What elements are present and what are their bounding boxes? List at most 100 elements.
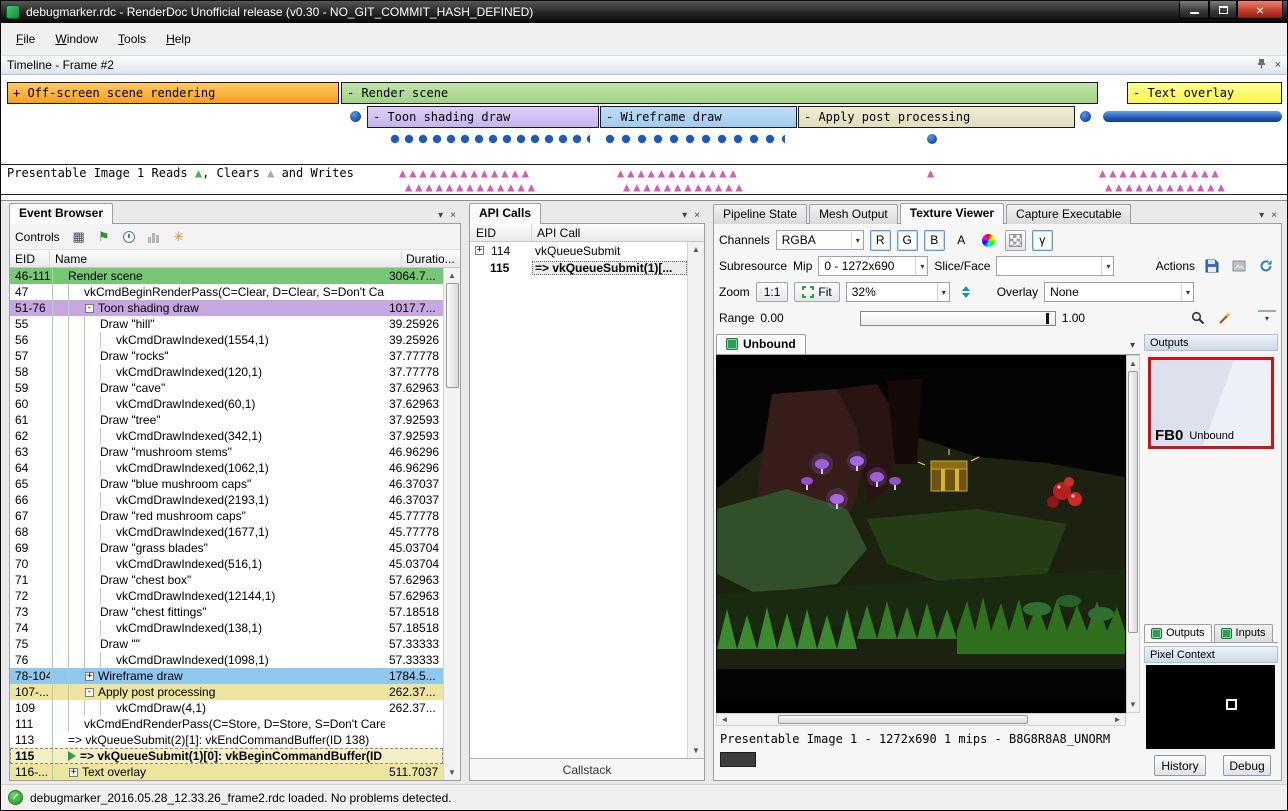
event-row[interactable]: 58vkCmdDrawIndexed(120,1)37.77778 — [10, 364, 443, 380]
event-row[interactable]: 107-...-Apply post processing262.37... — [10, 684, 443, 700]
texture-vertical-scrollbar[interactable]: ▲ ▼ — [1126, 355, 1140, 713]
event-row[interactable]: 116-...+Text overlay511.7037 — [10, 764, 443, 780]
event-row[interactable]: 64vkCmdDrawIndexed(1062,1)46.96296 — [10, 460, 443, 476]
scroll-right-arrow[interactable]: ► — [1110, 712, 1125, 727]
range-slider-thumb[interactable] — [1046, 313, 1049, 324]
save-texture-button[interactable] — [1201, 256, 1222, 277]
tab-mesh-output[interactable]: Mesh Output — [809, 204, 898, 224]
tree-expander[interactable]: - — [85, 304, 94, 313]
menu-window[interactable]: Window — [45, 27, 108, 51]
texture-display[interactable] — [716, 355, 1126, 713]
scroll-up-arrow[interactable]: ▲ — [445, 268, 460, 283]
timeline-bar-postprocess[interactable]: - Apply post processing — [798, 106, 1075, 128]
timeline-bar-wireframe[interactable]: - Wireframe draw — [600, 106, 797, 128]
scroll-down-arrow[interactable]: ▼ — [689, 743, 704, 758]
flip-y-button[interactable] — [956, 282, 977, 303]
tab-capture-executable[interactable]: Capture Executable — [1006, 204, 1131, 224]
zoom-dropdown[interactable]: 32% ▾ — [846, 282, 950, 302]
event-row[interactable]: 46-111Render scene3064.7... — [10, 268, 443, 284]
timeline-bar-offscreen[interactable]: + Off-screen scene rendering — [7, 82, 339, 104]
tab-event-browser[interactable]: Event Browser — [9, 203, 113, 224]
event-browser-scrollbar[interactable]: ▲ ▼ — [443, 268, 460, 780]
color-wheel-button[interactable] — [978, 230, 999, 251]
api-calls-scrollbar[interactable]: ▲ ▼ — [687, 242, 704, 758]
blue-channel-button[interactable]: B — [924, 230, 945, 251]
event-row[interactable]: 56vkCmdDrawIndexed(1554,1)39.25926 — [10, 332, 443, 348]
event-row[interactable]: 111vkCmdEndRenderPass(C=Store, D=Store, … — [10, 716, 443, 732]
debug-button[interactable]: Debug — [1223, 755, 1271, 776]
scroll-up-arrow[interactable]: ▲ — [689, 242, 704, 257]
pin-icon[interactable] — [1256, 58, 1267, 72]
column-duration[interactable]: Duratio... — [402, 250, 460, 267]
range-slider[interactable] — [860, 311, 1056, 326]
tree-expander[interactable]: + — [69, 768, 78, 777]
draw-marker-dot[interactable] — [927, 134, 937, 144]
event-row[interactable]: 76vkCmdDrawIndexed(1098,1)57.33333 — [10, 652, 443, 668]
menu-tools[interactable]: Tools — [108, 27, 156, 51]
minimize-button[interactable] — [1179, 1, 1209, 19]
pixel-context-view[interactable] — [1146, 665, 1275, 749]
event-row[interactable]: 61Draw "tree"37.92593 — [10, 412, 443, 428]
event-row[interactable]: 78-104+Wireframe draw1784.5... — [10, 668, 443, 684]
event-row[interactable]: 68vkCmdDrawIndexed(1677,1)45.77778 — [10, 524, 443, 540]
panel-menu-icon[interactable]: ▾ — [1259, 210, 1264, 221]
event-row[interactable]: 51-76-Toon shading draw1017.7... — [10, 300, 443, 316]
column-api-call[interactable]: API Call — [532, 224, 704, 241]
column-name[interactable]: Name — [50, 250, 402, 267]
scroll-down-arrow[interactable]: ▼ — [445, 765, 460, 780]
close-button[interactable]: × — [1237, 1, 1283, 19]
timeline-bar-toon-shading[interactable]: - Toon shading draw — [367, 106, 599, 128]
refresh-button[interactable] — [1255, 256, 1276, 277]
wireframe-draw-dots[interactable] — [605, 134, 785, 144]
tree-expander[interactable]: + — [475, 246, 484, 255]
event-row[interactable]: 60vkCmdDrawIndexed(60,1)37.62963 — [10, 396, 443, 412]
tab-inputs[interactable]: Inputs — [1214, 624, 1273, 642]
zoom-range-button[interactable] — [1187, 308, 1208, 329]
draw-marker-dot[interactable] — [1080, 111, 1091, 122]
scrollbar-thumb[interactable] — [778, 715, 1028, 724]
text-overlay-draws-bar[interactable] — [1103, 111, 1282, 122]
panel-close-icon[interactable]: × — [450, 210, 456, 221]
slice-face-dropdown[interactable]: ▾ — [996, 256, 1114, 276]
event-row[interactable]: 69Draw "grass blades"45.03704 — [10, 540, 443, 556]
event-row[interactable]: 70vkCmdDrawIndexed(516,1)45.03704 — [10, 556, 443, 572]
channels-dropdown[interactable]: RGBA ▾ — [776, 230, 864, 250]
panel-menu-icon[interactable]: ▾ — [682, 210, 687, 221]
timeline-close-icon[interactable]: × — [1275, 60, 1281, 71]
timeline-bar-render-scene[interactable]: - Render scene — [341, 82, 1098, 104]
column-eid[interactable]: EID — [470, 224, 532, 241]
event-row[interactable]: 75Draw ""57.33333 — [10, 636, 443, 652]
toon-draw-dots[interactable] — [390, 134, 590, 144]
tree-expander[interactable]: + — [85, 672, 94, 681]
zoom-1to1-button[interactable]: 1:1 — [756, 282, 789, 302]
event-row[interactable]: 72vkCmdDrawIndexed(12144,1)57.62963 — [10, 588, 443, 604]
menu-file[interactable]: File — [6, 27, 45, 51]
event-row[interactable]: 113=> vkQueueSubmit(2)[1]: vkEndCommandB… — [10, 732, 443, 748]
gamma-button[interactable]: γ — [1032, 230, 1053, 251]
history-button[interactable]: History — [1154, 755, 1206, 776]
autofit-range-button[interactable] — [1214, 308, 1235, 329]
tab-pipeline-state[interactable]: Pipeline State — [713, 204, 807, 224]
overflow-menu-icon[interactable]: ▾ — [1258, 310, 1276, 326]
scroll-down-arrow[interactable]: ▼ — [1126, 697, 1141, 712]
event-row[interactable]: 67Draw "red mushroom caps"45.77778 — [10, 508, 443, 524]
event-row[interactable]: 115=> vkQueueSubmit(1)[0]: vkBeginComman… — [10, 748, 443, 764]
red-channel-button[interactable]: R — [870, 230, 891, 251]
texture-horizontal-scrollbar[interactable]: ◄ ► — [716, 713, 1126, 726]
callstack-section[interactable]: Callstack — [470, 758, 704, 780]
green-channel-button[interactable]: G — [897, 230, 918, 251]
overlay-dropdown[interactable]: None ▾ — [1044, 282, 1194, 302]
event-row[interactable]: 109vkCmdDraw(4,1)262.37... — [10, 700, 443, 716]
bookmark-button[interactable]: ⚑ — [93, 227, 115, 247]
event-row[interactable]: 63Draw "mushroom stems"46.96296 — [10, 444, 443, 460]
api-call-row[interactable]: 115=> vkQueueSubmit(1)[... — [470, 259, 687, 276]
event-row[interactable]: 47vkCmdBeginRenderPass(C=Clear, D=Clear,… — [10, 284, 443, 300]
tab-unbound-texture[interactable]: Unbound — [716, 334, 806, 354]
texture-list-chevron-icon[interactable]: ▾ — [1130, 340, 1135, 351]
event-row[interactable]: 62vkCmdDrawIndexed(342,1)37.92593 — [10, 428, 443, 444]
export-image-button[interactable] — [1228, 256, 1249, 277]
column-eid[interactable]: EID — [10, 250, 50, 267]
background-checker-button[interactable] — [1005, 230, 1026, 251]
api-call-row[interactable]: +114vkQueueSubmit — [470, 242, 687, 259]
statistics-button[interactable] — [143, 227, 165, 247]
